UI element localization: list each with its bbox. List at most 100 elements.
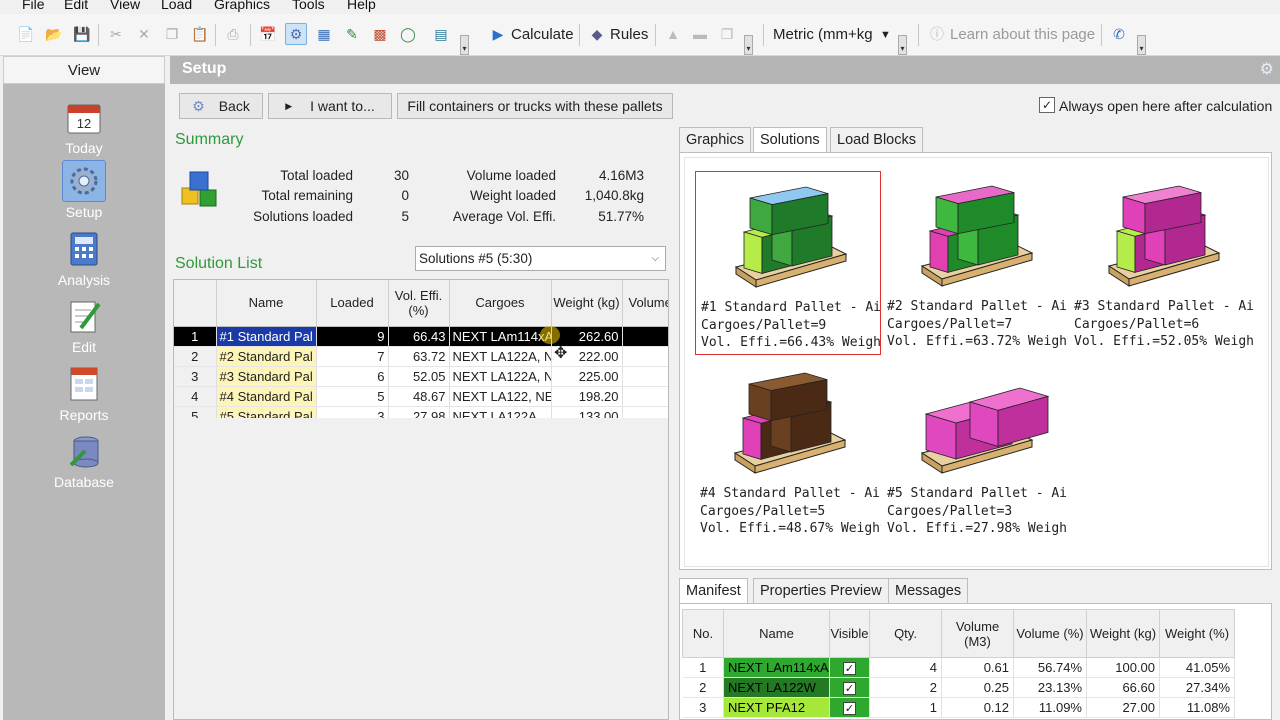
solution-card[interactable]: #3 Standard Pallet - Air (: Cargoes/Palle… [1069,171,1255,353]
visible-checkbox[interactable]: ✓ [829,697,870,718]
settings-icon[interactable]: ⚙ [1260,59,1274,79]
play-icon[interactable]: ▶ [487,23,509,45]
menu-help[interactable]: Help [347,0,376,12]
tab-messages[interactable]: Messages [888,578,969,604]
paste-icon[interactable]: 📋 [189,23,211,45]
col-header-weight[interactable]: Weight (kg) [551,280,623,327]
report-icon[interactable]: ▩ [369,23,391,45]
menu-graphics[interactable]: Graphics [214,0,270,12]
pallet-icon[interactable]: ▲ [662,23,684,45]
col-header-qty[interactable]: Qty. [869,609,942,658]
col-header-index[interactable] [174,280,217,327]
solution-card[interactable]: #1 Standard Pallet - Air (: Cargoes/Palle… [695,171,881,355]
checkmark-icon: ✓ [843,702,856,715]
calculate-button[interactable]: Calculate [511,26,574,43]
print-icon[interactable]: ⎙ [222,23,244,45]
cursor-icon: ✥ [554,345,568,362]
manifest-cell-vol: 0.12 [941,697,1014,718]
cut-icon[interactable]: ✂ [105,23,127,45]
sidebar-item-edit[interactable]: Edit [3,295,165,355]
col-header-volume-m3[interactable]: Volume (M3) [941,609,1014,658]
gear-icon[interactable]: ⚙ [285,23,307,45]
toolbar: 📄 📂 💾 ✂ ✕ ❐ 📋 ⎙ 📅 ⚙ ▦ ✎ ▩ ◯ ▤ ▾ ▶ Calcul… [0,14,1280,56]
col-header-name[interactable]: Name [723,609,830,658]
menu-file[interactable]: File [22,0,45,12]
manifest-panel: No. Name Visible Qty. Volume (M3) Volume… [679,603,1272,720]
card-efficiency: Vol. Effi.=66.43% Weight [701,335,881,350]
back-button[interactable]: ⚙ Back [179,93,263,119]
always-open-checkbox[interactable]: ✓ [1039,97,1055,113]
calculator-icon[interactable]: ▦ [313,23,335,45]
sidebar-item-database[interactable]: Database [3,430,165,490]
menu-view[interactable]: View [110,0,140,12]
cubes-icon [180,170,222,215]
help-icon[interactable]: ⓘ [926,23,948,45]
col-header-weight-kg[interactable]: Weight (kg) [1086,609,1160,658]
col-header-visible[interactable]: Visible [829,609,870,658]
col-header-volume-pct[interactable]: Volume (%) [1013,609,1087,658]
table-row[interactable]: 2 NEXT LA122W ✓ 2 0.25 23.13% 66.60 27.34% [682,677,1235,698]
toolbar-overflow-4-icon[interactable]: ▾ [1137,35,1146,55]
visible-checkbox[interactable]: ✓ [829,677,870,698]
solutions-dropdown[interactable]: Solutions #5 (5:30) ⌵ [415,246,666,271]
table-row[interactable]: 4 #4 Standard Pal 5 48.67 NEXT LA122, NE 198.… [174,386,668,407]
toolbar-overflow-icon[interactable]: ▾ [460,35,469,55]
solution-card[interactable]: #5 Standard Pallet - Air (: Cargoes/Palle… [882,358,1068,540]
menu-load[interactable]: Load [161,0,192,12]
container-icon[interactable]: ▬ [689,23,711,45]
checkmark-icon: ✓ [843,682,856,695]
table-row[interactable]: 3 #3 Standard Pal 6 52.05 NEXT LA122A, N 225.… [174,366,668,387]
col-header-cargoes[interactable]: Cargoes [449,280,552,327]
table-cell: NEXT LA122, NE [449,386,552,407]
open-icon[interactable]: 📂 [43,23,65,45]
edit-icon[interactable]: ✎ [341,23,363,45]
database-icon[interactable]: ◯ [397,23,419,45]
manifest-cell-name: NEXT PFA12 [723,697,830,718]
toolbar-overflow-3-icon[interactable]: ▾ [898,35,907,55]
learn-link[interactable]: Learn about this page [950,26,1095,43]
chart-icon[interactable]: ▤ [430,23,452,45]
tab-graphics[interactable]: Graphics [679,127,752,153]
col-header-no[interactable]: No. [682,609,724,658]
calculator-icon [62,228,106,270]
sidebar-item-setup[interactable]: Setup [3,160,165,220]
sidebar-item-reports[interactable]: Reports [3,363,165,423]
solution-card[interactable]: #4 Standard Pallet - Air (: Cargoes/Palle… [695,358,881,540]
col-header-loaded[interactable]: Loaded [316,280,389,327]
new-icon[interactable]: 📄 [15,23,37,45]
fill-containers-button[interactable]: Fill containers or trucks with these pal… [397,93,673,119]
table-row[interactable]: 1 NEXT LAm114xA ✓ 4 0.61 56.74% 100.00 41.05% [682,657,1235,678]
tab-solutions[interactable]: Solutions [753,127,827,153]
table-cell: 1 [174,326,217,347]
total-loaded-label: Total loaded [280,168,353,183]
units-select[interactable]: Metric (mm+kg [773,26,873,43]
rules-button[interactable]: Rules [610,26,648,43]
table-row[interactable]: 2 #2 Standard Pal 7 63.72 NEXT LA122A, N 222.… [174,346,668,367]
toolbar-overflow-2-icon[interactable]: ▾ [744,35,753,55]
solution-card[interactable]: #2 Standard Pallet - Air (: Cargoes/Palle… [882,171,1068,353]
i-want-to-button[interactable]: ▶ I want to... [268,93,392,119]
table-row[interactable]: 1 #1 Standard Pal 9 66.43 NEXT LAm114xA 262.6… [174,326,668,347]
units-dropdown-icon[interactable]: ▼ [880,29,891,41]
table-row[interactable]: 3 NEXT PFA12 ✓ 1 0.12 11.09% 27.00 11.08% [682,697,1235,718]
sidebar-item-analysis[interactable]: Analysis [3,228,165,288]
tab-load-blocks[interactable]: Load Blocks [830,127,923,153]
stack-icon[interactable]: ❐ [716,23,738,45]
tab-properties-preview[interactable]: Properties Preview [753,578,889,604]
menu-tools[interactable]: Tools [292,0,325,12]
tab-manifest[interactable]: Manifest [679,578,748,604]
delete-icon[interactable]: ✕ [133,23,155,45]
table-cell: 1.0 [622,346,668,367]
col-header-vol-effi[interactable]: Vol. Effi. (%) [388,280,450,327]
rules-icon[interactable]: ◆ [586,23,608,45]
copy-icon[interactable]: ❐ [161,23,183,45]
col-header-weight-pct[interactable]: Weight (%) [1159,609,1235,658]
col-header-volume[interactable]: Volume (M3) [622,280,668,327]
calendar-icon[interactable]: 📅 [257,23,279,45]
save-icon[interactable]: 💾 [71,23,93,45]
menu-edit[interactable]: Edit [64,0,88,12]
visible-checkbox[interactable]: ✓ [829,657,870,678]
col-header-name[interactable]: Name [216,280,317,327]
phone-icon[interactable]: ✆ [1108,23,1130,45]
sidebar-item-today[interactable]: 12 Today [3,96,165,156]
